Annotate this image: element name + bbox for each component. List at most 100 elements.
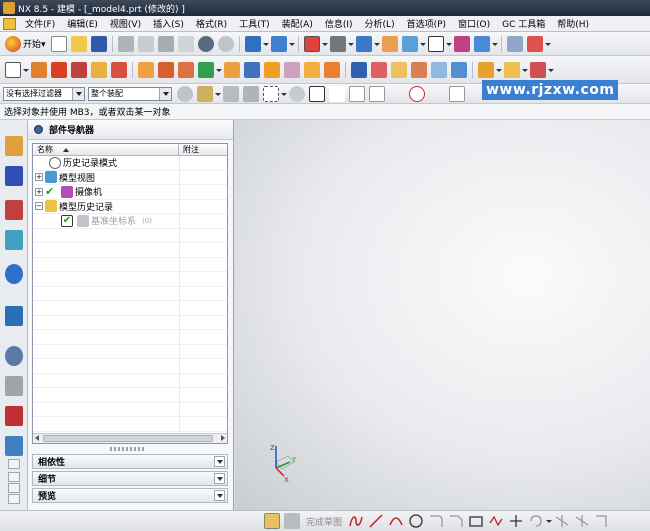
draft-icon[interactable] <box>391 61 407 78</box>
menu-analysis[interactable]: 分析(L) <box>359 17 401 30</box>
select-all-icon[interactable] <box>243 85 259 102</box>
subtract-icon[interactable] <box>244 61 260 78</box>
reuse-library-icon[interactable] <box>5 230 23 250</box>
pattern-feature-icon[interactable] <box>431 61 447 78</box>
dropdown-arrow[interactable] <box>496 62 502 78</box>
snap-toggle-icon[interactable] <box>223 85 239 102</box>
pocket-icon[interactable] <box>178 61 194 78</box>
menu-window[interactable]: 窗口(O) <box>452 17 496 30</box>
dropdown-arrow[interactable] <box>216 62 222 78</box>
finish-sketch-label[interactable]: 完成草图 <box>306 515 342 528</box>
delete-icon[interactable] <box>177 35 194 52</box>
dropdown-arrow[interactable] <box>546 513 553 529</box>
block-icon[interactable] <box>71 61 87 78</box>
dropdown-arrow[interactable] <box>262 36 269 52</box>
sketch-icon[interactable] <box>5 61 21 78</box>
menu-view[interactable]: 视图(V) <box>104 17 147 30</box>
section-dependencies[interactable]: 相依性 <box>32 454 228 469</box>
dropdown-arrow[interactable] <box>215 86 221 102</box>
dropdown-arrow[interactable] <box>373 36 380 52</box>
quick-extend-icon[interactable] <box>574 513 590 529</box>
finish-sketch-icon[interactable] <box>284 513 300 529</box>
dropdown-arrow[interactable] <box>321 36 328 52</box>
point-icon[interactable] <box>508 513 524 529</box>
dropdown-arrow[interactable] <box>281 86 287 102</box>
extrude-icon[interactable] <box>31 61 47 78</box>
scroll-left-icon[interactable] <box>35 435 39 441</box>
orient-view-icon[interactable] <box>355 35 372 52</box>
point-snap-icon[interactable] <box>309 85 325 102</box>
arc-icon[interactable] <box>388 513 404 529</box>
column-note[interactable]: 附注 <box>179 144 227 155</box>
dropdown-arrow[interactable] <box>23 62 29 78</box>
dropdown-arrow[interactable] <box>522 62 528 78</box>
move-object-icon[interactable] <box>473 35 490 52</box>
redo-icon[interactable] <box>217 35 234 52</box>
menu-format[interactable]: 格式(R) <box>190 17 233 30</box>
selection-scope-select[interactable]: 整个装配 <box>88 86 172 101</box>
dropdown-arrow[interactable] <box>347 36 354 52</box>
splitter-grip[interactable] <box>110 447 146 451</box>
save-icon[interactable] <box>90 35 107 52</box>
midpoint-icon[interactable] <box>349 85 365 102</box>
chamfer-icon[interactable] <box>351 61 367 78</box>
tree-row-model-views[interactable]: + 模型视图 <box>33 170 227 185</box>
pin-icon[interactable] <box>34 125 43 134</box>
fit-view-icon[interactable] <box>303 35 320 52</box>
edge-blend-icon[interactable] <box>324 61 340 78</box>
dropdown-arrow[interactable] <box>419 36 426 52</box>
scroll-down-icon[interactable] <box>8 494 20 504</box>
shell-icon[interactable] <box>371 61 387 78</box>
chamfer-sketch-icon[interactable] <box>448 513 464 529</box>
make-corner-icon[interactable] <box>594 513 610 529</box>
scroll-right-icon[interactable] <box>221 435 225 441</box>
assembly-navigator-icon[interactable] <box>5 136 23 156</box>
circle-icon[interactable] <box>408 513 424 529</box>
dropdown-arrow[interactable] <box>491 36 498 52</box>
paste-icon[interactable] <box>157 35 174 52</box>
intersection-icon[interactable] <box>389 86 405 102</box>
sew-icon[interactable] <box>530 61 546 78</box>
datum-axis-icon[interactable] <box>504 61 520 78</box>
repeat-command-icon[interactable] <box>270 35 287 52</box>
expand-icon[interactable]: + <box>35 173 43 182</box>
quick-trim-icon[interactable] <box>554 513 570 529</box>
section-details[interactable]: 细节 <box>32 471 228 486</box>
menu-assembly[interactable]: 装配(A) <box>276 17 319 30</box>
system-materials-icon[interactable] <box>5 436 23 456</box>
layer-settings-icon[interactable] <box>506 35 523 52</box>
expand-icon[interactable]: + <box>35 187 43 196</box>
trim-body-icon[interactable] <box>284 61 300 78</box>
control-point-icon[interactable] <box>369 85 385 102</box>
dropdown-arrow[interactable] <box>544 36 551 52</box>
csys-icon[interactable] <box>526 35 543 52</box>
type-filter-select[interactable]: 没有选择过滤器 <box>3 86 85 101</box>
sketch-task-icon[interactable] <box>264 513 280 529</box>
cut-icon[interactable] <box>117 35 134 52</box>
scroll-handle-icon[interactable] <box>8 483 20 493</box>
menu-insert[interactable]: 插入(S) <box>147 17 190 30</box>
new-file-icon[interactable] <box>50 35 67 52</box>
show-hide-icon[interactable] <box>401 35 418 52</box>
undo-icon[interactable] <box>197 35 214 52</box>
web-browser-icon[interactable] <box>5 264 23 284</box>
background-icon[interactable] <box>427 35 444 52</box>
horizontal-scrollbar[interactable] <box>33 433 227 443</box>
copy-icon[interactable] <box>137 35 154 52</box>
roles-icon[interactable] <box>5 406 23 426</box>
menu-help[interactable]: 帮助(H) <box>551 17 595 30</box>
split-body-icon[interactable] <box>304 61 320 78</box>
command-finder-icon[interactable] <box>244 35 261 52</box>
hole-icon[interactable] <box>138 61 154 78</box>
menu-gc-toolbox[interactable]: GC 工具箱 <box>496 17 551 30</box>
app-menu-icon[interactable] <box>3 17 16 30</box>
chevron-down-icon[interactable] <box>214 490 225 501</box>
general-selection-icon[interactable] <box>177 85 193 102</box>
dropdown-arrow[interactable] <box>548 62 554 78</box>
mirror-feature-icon[interactable] <box>451 61 467 78</box>
rectangle-select-icon[interactable] <box>263 85 279 102</box>
polygon-icon[interactable] <box>488 513 504 529</box>
column-name[interactable]: 名称 <box>33 144 179 155</box>
scroll-handle-icon[interactable] <box>8 472 20 482</box>
sphere-icon[interactable] <box>111 61 127 78</box>
